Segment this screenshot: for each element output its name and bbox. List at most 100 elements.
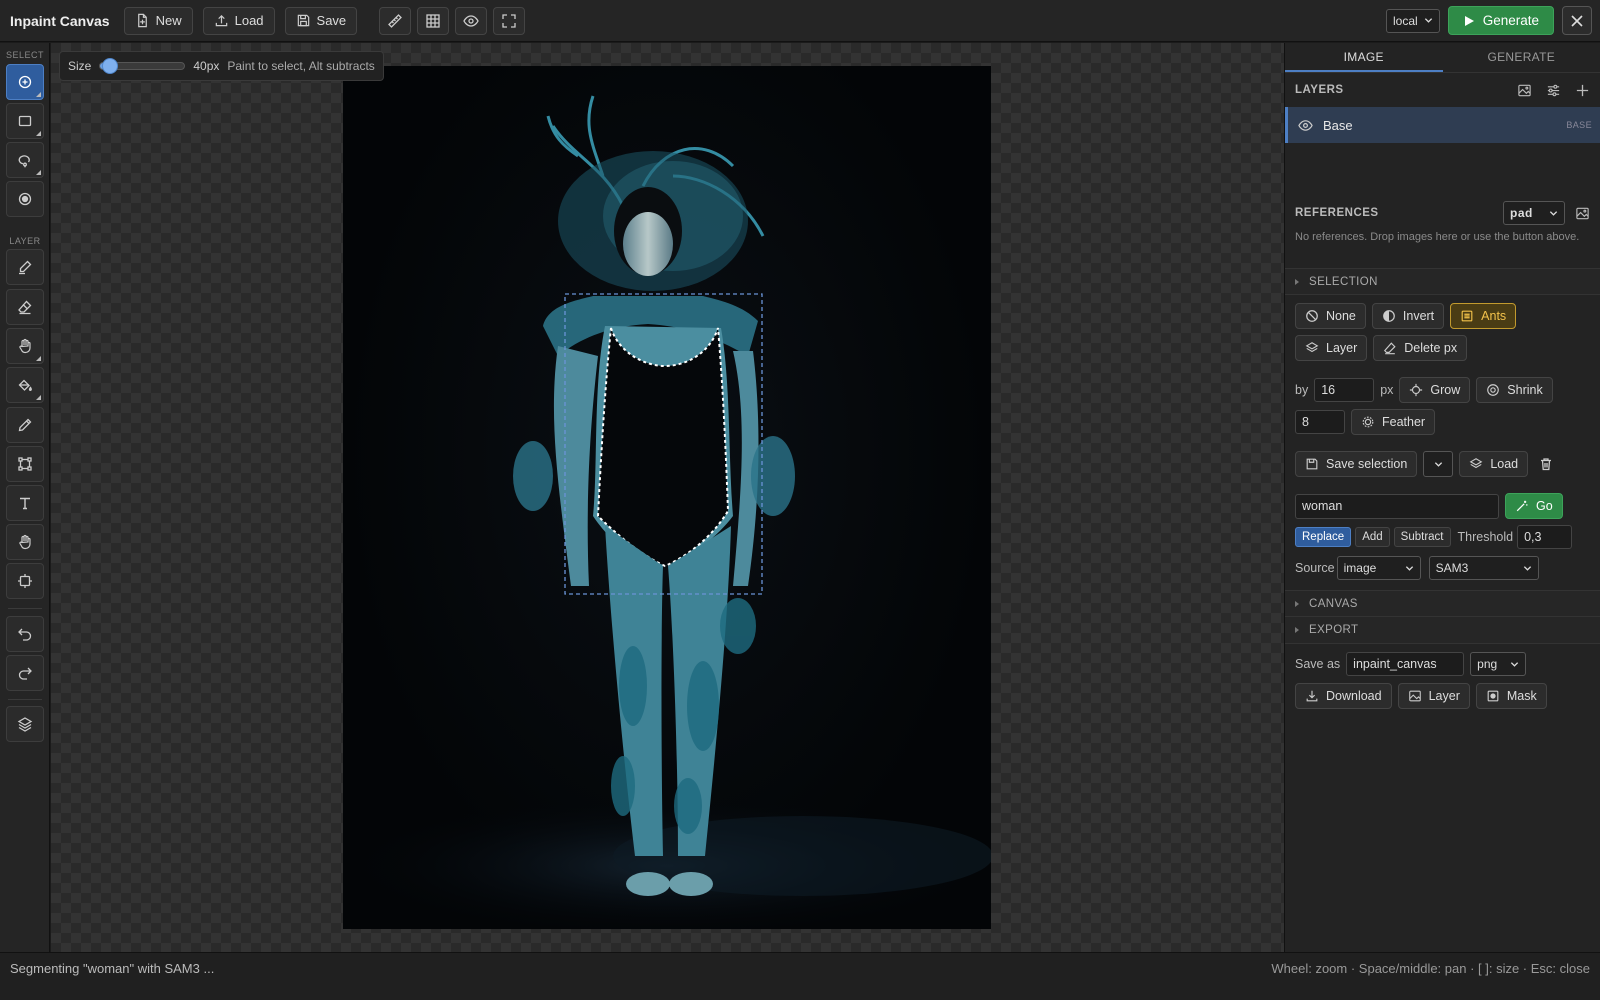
model-select[interactable]: SAM3 bbox=[1428, 556, 1539, 580]
feather-row: 8 Feather bbox=[1285, 409, 1600, 435]
go-label: Go bbox=[1536, 499, 1553, 513]
selection-to-layer-button[interactable]: Layer bbox=[1295, 335, 1368, 361]
brush-size-hint: Size 40px Paint to select, Alt subtracts bbox=[59, 51, 384, 81]
invert-selection-button[interactable]: Invert bbox=[1371, 303, 1445, 329]
brush-size-slider[interactable] bbox=[99, 58, 186, 74]
layer-badge: BASE bbox=[1566, 120, 1592, 130]
canvas-viewport[interactable]: Size 40px Paint to select, Alt subtracts bbox=[51, 43, 1284, 952]
smart-select-tool[interactable] bbox=[6, 64, 44, 100]
add-image-layer-icon[interactable] bbox=[1517, 83, 1532, 98]
close-button[interactable] bbox=[1562, 6, 1592, 35]
feather-amount-input[interactable]: 8 bbox=[1295, 410, 1345, 434]
segment-mode-row: Replace Add Subtract Threshold 0,3 bbox=[1285, 525, 1600, 549]
references-empty-note: No references. Drop images here or use t… bbox=[1295, 231, 1580, 243]
hand-icon bbox=[19, 338, 31, 354]
canvas-image[interactable] bbox=[343, 66, 991, 929]
pan-tool[interactable] bbox=[6, 524, 44, 560]
chevron-down-icon bbox=[1549, 210, 1558, 216]
close-icon bbox=[1571, 14, 1583, 27]
fit-canvas-tool[interactable] bbox=[6, 563, 44, 599]
contrast-icon bbox=[1383, 310, 1395, 322]
grow-button[interactable]: Grow bbox=[1399, 377, 1471, 403]
text-tool[interactable] bbox=[6, 485, 44, 521]
source-select[interactable]: image bbox=[1336, 556, 1421, 580]
layers-icon bbox=[17, 717, 33, 732]
transform-icon bbox=[18, 457, 32, 471]
generate-button[interactable]: Generate bbox=[1447, 6, 1554, 35]
tab-generate[interactable]: GENERATE bbox=[1443, 43, 1600, 72]
tab-image[interactable]: IMAGE bbox=[1285, 43, 1443, 72]
transform-tool[interactable] bbox=[6, 446, 44, 482]
source-select-value: image bbox=[1343, 561, 1377, 575]
canvas-section-header[interactable]: CANVAS bbox=[1285, 590, 1600, 617]
slider-knob[interactable] bbox=[102, 58, 119, 74]
load-button[interactable]: Load bbox=[202, 6, 275, 35]
magic-wand-icon bbox=[1516, 500, 1528, 512]
layers-button[interactable] bbox=[6, 706, 44, 742]
corner-indicator-icon bbox=[36, 92, 41, 97]
layers-title: LAYERS bbox=[1295, 84, 1344, 96]
pencil-tool[interactable] bbox=[6, 407, 44, 443]
new-file-icon bbox=[137, 13, 147, 28]
new-button[interactable]: New bbox=[123, 6, 193, 35]
segment-go-button[interactable]: Go bbox=[1505, 493, 1563, 519]
save-button-label: Save bbox=[316, 13, 347, 28]
threshold-input[interactable]: 0,3 bbox=[1517, 525, 1573, 549]
corner-indicator-icon bbox=[36, 395, 41, 400]
export-mask-button[interactable]: Mask bbox=[1475, 683, 1547, 709]
redo-button[interactable] bbox=[6, 655, 44, 691]
saved-selection-select[interactable] bbox=[1423, 451, 1454, 477]
play-icon bbox=[1464, 15, 1474, 26]
export-actions-row: Download Layer Mask bbox=[1285, 683, 1600, 709]
lasso-tool[interactable] bbox=[6, 142, 44, 178]
smudge-tool[interactable] bbox=[6, 328, 44, 364]
adjustments-icon[interactable] bbox=[1546, 83, 1561, 98]
selection-section-header[interactable]: SELECTION bbox=[1285, 268, 1600, 295]
mode-replace-button[interactable]: Replace bbox=[1295, 527, 1352, 547]
size-hint-text: Paint to select, Alt subtracts bbox=[227, 59, 375, 73]
ruler-button[interactable] bbox=[379, 6, 412, 35]
add-layer-icon[interactable] bbox=[1575, 83, 1590, 98]
trash-icon[interactable] bbox=[1538, 456, 1554, 472]
save-selection-button[interactable]: Save selection bbox=[1295, 451, 1418, 477]
undo-button[interactable] bbox=[6, 616, 44, 652]
mode-add-button[interactable]: Add bbox=[1355, 527, 1390, 547]
download-button[interactable]: Download bbox=[1295, 683, 1392, 709]
layer-label: Layer bbox=[1326, 341, 1358, 355]
layer-item-base[interactable]: Base BASE bbox=[1285, 107, 1600, 143]
export-title: EXPORT bbox=[1309, 624, 1359, 636]
export-section-header[interactable]: EXPORT bbox=[1285, 617, 1600, 644]
reference-mode-select[interactable]: pad bbox=[1503, 201, 1565, 225]
eye-icon[interactable] bbox=[1298, 118, 1313, 133]
eraser-tool[interactable] bbox=[6, 289, 44, 325]
fullscreen-button[interactable] bbox=[493, 6, 526, 35]
rect-select-tool[interactable] bbox=[6, 103, 44, 139]
undo-icon bbox=[18, 628, 32, 641]
select-none-button[interactable]: None bbox=[1295, 303, 1366, 329]
grid-button[interactable] bbox=[417, 6, 450, 35]
segment-source-row: Source image SAM3 bbox=[1285, 556, 1600, 580]
export-format-select[interactable]: png bbox=[1470, 652, 1527, 676]
shrink-button[interactable]: Shrink bbox=[1476, 377, 1553, 403]
backend-select[interactable]: local bbox=[1386, 8, 1440, 33]
export-layer-label: Layer bbox=[1428, 689, 1460, 703]
point-select-tool[interactable] bbox=[6, 181, 44, 217]
save-button[interactable]: Save bbox=[284, 6, 358, 35]
grow-amount-input[interactable]: 16 bbox=[1314, 378, 1375, 402]
delete-pixels-button[interactable]: Delete px bbox=[1373, 335, 1468, 361]
preview-button[interactable] bbox=[455, 6, 488, 35]
load-selection-button[interactable]: Load bbox=[1459, 451, 1529, 477]
save-as-label: Save as bbox=[1295, 657, 1341, 671]
brush-tool[interactable] bbox=[6, 249, 44, 285]
fullscreen-icon bbox=[502, 13, 516, 28]
mode-subtract-button[interactable]: Subtract bbox=[1393, 527, 1451, 547]
fill-tool[interactable] bbox=[6, 367, 44, 403]
layer-name: Base bbox=[1323, 117, 1353, 133]
add-reference-image-icon[interactable] bbox=[1575, 206, 1590, 221]
download-icon bbox=[1306, 690, 1318, 702]
export-filename-input[interactable]: inpaint_canvas bbox=[1346, 652, 1465, 676]
feather-button[interactable]: Feather bbox=[1351, 409, 1436, 435]
marching-ants-toggle[interactable]: Ants bbox=[1450, 303, 1517, 329]
export-layer-button[interactable]: Layer bbox=[1397, 683, 1470, 709]
segment-prompt-input[interactable]: woman bbox=[1295, 493, 1499, 519]
